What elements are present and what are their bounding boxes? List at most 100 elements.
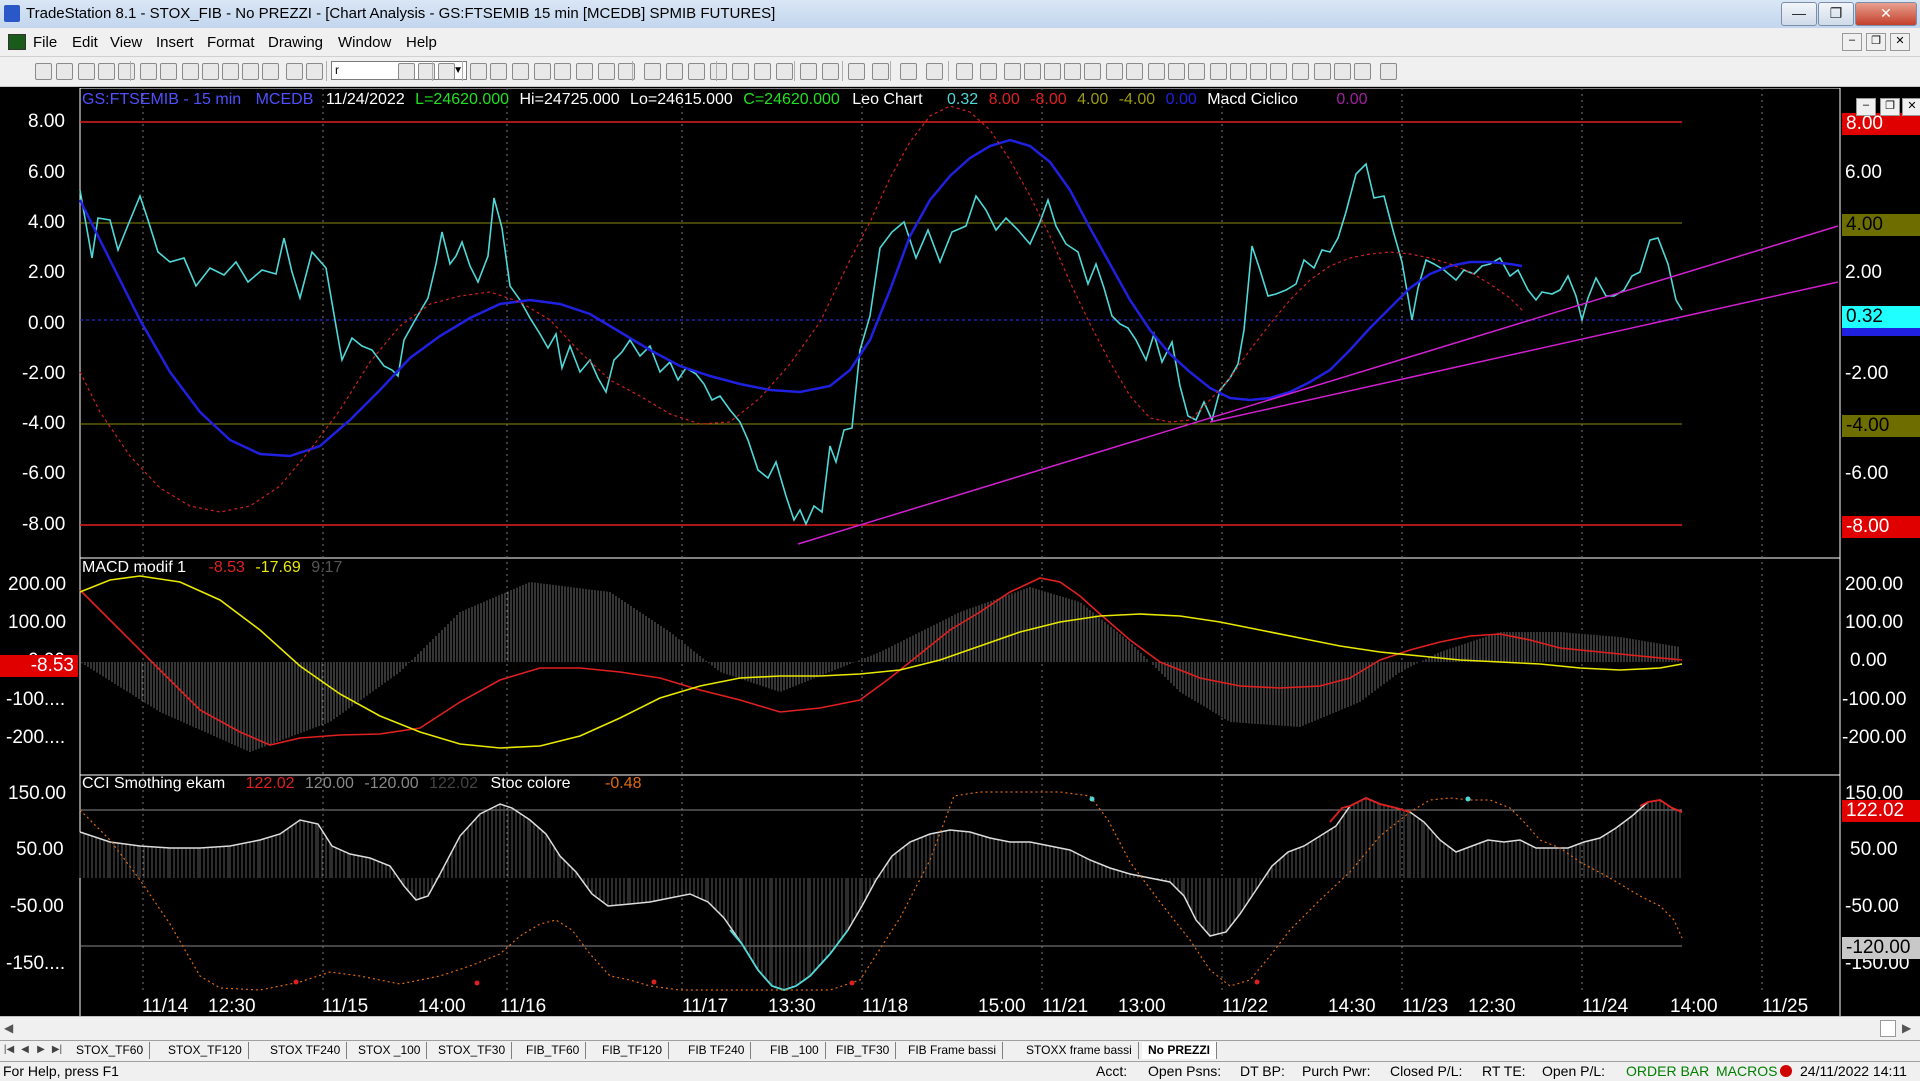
horizontal-scrollbar[interactable]: ◀ ▶ xyxy=(0,1016,1920,1041)
tools-icon[interactable] xyxy=(848,63,865,80)
maximize-button[interactable]: ❐ xyxy=(1818,2,1854,26)
lock-icon[interactable] xyxy=(202,63,219,80)
sheet-tab[interactable]: STOX_TF30 xyxy=(432,1042,513,1059)
table-icon[interactable] xyxy=(470,63,487,80)
arrow-icon[interactable] xyxy=(800,63,817,80)
extra2-icon[interactable] xyxy=(1354,63,1371,80)
sheet-tab[interactable]: FIB_TF30 xyxy=(830,1042,897,1059)
close-button[interactable]: ✕ xyxy=(1855,2,1917,26)
tab-prev-icon[interactable]: ◀ xyxy=(18,1042,32,1057)
arc-icon[interactable] xyxy=(1106,63,1123,80)
scroll-left-icon[interactable]: ◀ xyxy=(4,1021,13,1035)
menu-file[interactable]: File xyxy=(33,34,57,51)
status-macros[interactable]: MACROS xyxy=(1716,1063,1777,1079)
bar-chart-icon[interactable] xyxy=(644,63,661,80)
chart-icon[interactable] xyxy=(534,63,551,80)
cursor-icon[interactable] xyxy=(822,63,839,80)
extra3-icon[interactable] xyxy=(1380,63,1397,80)
sheet-tab[interactable]: STOX TF240 xyxy=(264,1042,348,1059)
picture-icon[interactable] xyxy=(242,63,259,80)
candle-icon[interactable] xyxy=(666,63,683,80)
panel-minimize-button[interactable]: – xyxy=(1856,98,1876,116)
panel-close-button[interactable]: ✕ xyxy=(1902,98,1920,116)
menu-view[interactable]: View xyxy=(110,34,142,51)
panel-restore-button[interactable]: ❐ xyxy=(1880,98,1900,116)
print-icon[interactable] xyxy=(140,63,157,80)
ellipse-icon[interactable] xyxy=(1168,63,1185,80)
sheet-tab[interactable]: STOX_TF60 xyxy=(70,1042,151,1059)
up-arrow-icon[interactable] xyxy=(1250,63,1267,80)
speed-icon[interactable] xyxy=(1044,63,1061,80)
sheet-tab[interactable]: FIB _100 xyxy=(764,1042,826,1059)
new-icon[interactable] xyxy=(35,63,52,80)
folder-icon[interactable] xyxy=(118,63,135,80)
gann-icon[interactable] xyxy=(1024,63,1041,80)
menu-insert[interactable]: Insert xyxy=(156,34,194,51)
grid-icon[interactable] xyxy=(576,63,593,80)
extra-icon[interactable] xyxy=(1334,63,1351,80)
mdi-restore-button[interactable]: ❐ xyxy=(1866,33,1886,51)
play-alt-icon[interactable] xyxy=(306,63,323,80)
status-order-bar[interactable]: ORDER BAR xyxy=(1626,1063,1709,1079)
sheet-tab[interactable]: FIB TF240 xyxy=(682,1042,752,1059)
sheet-tab[interactable]: STOX _100 xyxy=(352,1042,428,1059)
rectangle-icon[interactable] xyxy=(1292,63,1309,80)
text-icon[interactable] xyxy=(1314,63,1331,80)
zoom-in-icon[interactable] xyxy=(754,63,771,80)
minimize-button[interactable]: — xyxy=(1781,2,1817,26)
channel-icon[interactable] xyxy=(980,63,997,80)
menu-edit[interactable]: Edit xyxy=(72,34,98,51)
draw-icon[interactable] xyxy=(900,63,917,80)
regression-icon[interactable] xyxy=(1084,63,1101,80)
link-icon[interactable] xyxy=(512,63,529,80)
trendline-icon[interactable] xyxy=(926,63,943,80)
sheet-tab[interactable]: STOXX frame bassi xyxy=(1020,1042,1139,1059)
bar-icon[interactable] xyxy=(438,63,455,80)
chart-alt-icon[interactable] xyxy=(554,63,571,80)
scroll-thumb[interactable] xyxy=(1880,1020,1896,1037)
down-arrow-icon[interactable] xyxy=(1230,63,1247,80)
menu-format[interactable]: Format xyxy=(207,34,255,51)
menu-window[interactable]: Window xyxy=(338,34,391,51)
zoom-out-icon[interactable] xyxy=(776,63,793,80)
wand-icon[interactable] xyxy=(732,63,749,80)
tab-last-icon[interactable]: ▶| xyxy=(50,1042,64,1057)
menu-help[interactable]: Help xyxy=(406,34,437,51)
ray-icon[interactable] xyxy=(1126,63,1143,80)
play-icon[interactable] xyxy=(286,63,303,80)
mdi-minimize-button[interactable]: – xyxy=(1842,33,1862,51)
open-icon[interactable] xyxy=(56,63,73,80)
sheet-tab[interactable]: STOX_TF120 xyxy=(162,1042,249,1059)
curve-icon[interactable] xyxy=(1210,63,1227,80)
scroll-right-icon[interactable]: ▶ xyxy=(1902,1021,1911,1035)
sheet-tab[interactable]: FIB_TF60 xyxy=(520,1042,587,1059)
sheet-tab[interactable]: FIB_TF120 xyxy=(596,1042,670,1059)
tab-first-icon[interactable]: |◀ xyxy=(2,1042,16,1057)
pointer-icon[interactable] xyxy=(688,63,705,80)
window-icon[interactable] xyxy=(490,63,507,80)
notes-icon[interactable] xyxy=(222,63,239,80)
horizontal-line-icon[interactable] xyxy=(956,63,973,80)
gear-icon[interactable] xyxy=(710,63,727,80)
chart-canvas[interactable] xyxy=(0,88,1920,1023)
mdi-close-button[interactable]: ✕ xyxy=(1890,33,1910,51)
macd-axis-right-label: -200.00 xyxy=(1842,727,1907,748)
radar-icon[interactable] xyxy=(598,63,615,80)
tab-next-icon[interactable]: ▶ xyxy=(34,1042,48,1057)
go-icon[interactable] xyxy=(398,63,415,80)
save-all-icon[interactable] xyxy=(98,63,115,80)
alert-icon[interactable] xyxy=(872,63,889,80)
save-icon[interactable] xyxy=(78,63,95,80)
sheet-tab[interactable]: No PREZZI xyxy=(1142,1042,1217,1059)
desktop-icon[interactable] xyxy=(182,63,199,80)
fan-icon[interactable] xyxy=(1148,63,1165,80)
fib-icon[interactable] xyxy=(1004,63,1021,80)
pencil-icon[interactable] xyxy=(1188,63,1205,80)
print-preview-icon[interactable] xyxy=(160,63,177,80)
color-icon[interactable] xyxy=(262,63,279,80)
circle-icon[interactable] xyxy=(1270,63,1287,80)
menu-drawing[interactable]: Drawing xyxy=(268,34,323,51)
andrews-icon[interactable] xyxy=(1064,63,1081,80)
sheet-tab[interactable]: FIB Frame bassi xyxy=(902,1042,1004,1059)
chart-area[interactable] xyxy=(0,88,1920,1023)
